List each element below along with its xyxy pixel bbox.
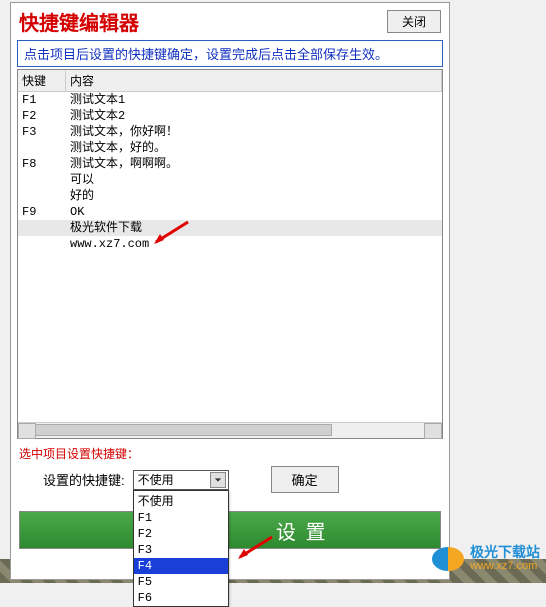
hotkey-dropdown-option[interactable]: F2 bbox=[134, 526, 228, 542]
hotkey-dropdown-option[interactable]: F3 bbox=[134, 542, 228, 558]
cell-content: 极光软件下载 bbox=[66, 220, 442, 236]
hotkey-dropdown-value: 不使用 bbox=[138, 471, 174, 488]
table-row[interactable]: 好的 bbox=[18, 188, 442, 204]
cell-content: 测试文本1 bbox=[66, 92, 442, 108]
table-row[interactable]: F9OK bbox=[18, 204, 442, 220]
cell-hotkey bbox=[18, 236, 66, 252]
chevron-down-icon bbox=[210, 472, 226, 488]
hotkey-dropdown[interactable]: 不使用 不使用F1F2F3F4F5F6 bbox=[133, 470, 229, 490]
cell-hotkey: F1 bbox=[18, 92, 66, 108]
hotkey-section-label: 选中项目设置快捷键： bbox=[19, 445, 441, 462]
hotkey-dropdown-option[interactable]: F4 bbox=[134, 558, 228, 574]
cell-hotkey: F2 bbox=[18, 108, 66, 124]
cell-content: OK bbox=[66, 204, 442, 220]
hotkey-dropdown-option[interactable]: 不使用 bbox=[134, 491, 228, 510]
instruction-bar: 点击项目后设置的快捷键确定，设置完成后点击全部保存生效。 bbox=[17, 40, 443, 67]
cell-hotkey bbox=[18, 172, 66, 188]
cell-hotkey bbox=[18, 188, 66, 204]
cell-content: 好的 bbox=[66, 188, 442, 204]
cell-content: 测试文本，好的。 bbox=[66, 140, 442, 156]
save-label-right: 设 置 bbox=[276, 516, 328, 545]
table-row[interactable]: www.xz7.com bbox=[18, 236, 442, 252]
titlebar: 快捷键编辑器 关闭 bbox=[11, 3, 449, 38]
table-body: F1测试文本1F2测试文本2F3测试文本，你好啊！测试文本，好的。F8测试文本，… bbox=[18, 92, 442, 252]
horizontal-scrollbar[interactable] bbox=[18, 422, 442, 438]
cell-content: 测试文本，啊啊啊。 bbox=[66, 156, 442, 172]
cell-hotkey bbox=[18, 220, 66, 236]
hotkey-dropdown-option[interactable]: F5 bbox=[134, 574, 228, 590]
hotkey-dropdown-display[interactable]: 不使用 bbox=[133, 470, 229, 490]
cell-hotkey bbox=[18, 140, 66, 156]
hotkey-dropdown-option[interactable]: F1 bbox=[134, 510, 228, 526]
watermark-name: 极光下载站 bbox=[470, 545, 540, 559]
hotkey-dropdown-list: 不使用F1F2F3F4F5F6 bbox=[133, 490, 229, 607]
cell-content: 测试文本，你好啊！ bbox=[66, 124, 442, 140]
table-row[interactable]: F8测试文本，啊啊啊。 bbox=[18, 156, 442, 172]
table-row[interactable]: F2测试文本2 bbox=[18, 108, 442, 124]
hotkey-dropdown-option[interactable]: F6 bbox=[134, 590, 228, 606]
hotkey-assign-row: 设置的快捷键: 不使用 不使用F1F2F3F4F5F6 确定 bbox=[19, 466, 441, 493]
cell-hotkey: F3 bbox=[18, 124, 66, 140]
table-row[interactable]: F3测试文本，你好啊！ bbox=[18, 124, 442, 140]
table-row[interactable]: F1测试文本1 bbox=[18, 92, 442, 108]
hotkey-editor-window: 快捷键编辑器 关闭 点击项目后设置的快捷键确定，设置完成后点击全部保存生效。 快… bbox=[10, 2, 450, 580]
cell-hotkey: F8 bbox=[18, 156, 66, 172]
hotkey-field-label: 设置的快捷键: bbox=[19, 470, 125, 489]
column-header-hotkey[interactable]: 快键 bbox=[18, 70, 66, 91]
watermark-url: www.xz7.com bbox=[470, 559, 540, 573]
close-button[interactable]: 关闭 bbox=[387, 10, 441, 33]
watermark-logo-icon bbox=[432, 547, 464, 571]
column-header-content[interactable]: 内容 bbox=[66, 70, 442, 91]
watermark: 极光下载站 www.xz7.com bbox=[432, 545, 540, 573]
cell-content: www.xz7.com bbox=[66, 236, 442, 252]
confirm-button[interactable]: 确定 bbox=[271, 466, 339, 493]
window-title: 快捷键编辑器 bbox=[19, 7, 139, 36]
hotkey-table: 快键 内容 F1测试文本1F2测试文本2F3测试文本，你好啊！测试文本，好的。F… bbox=[17, 69, 443, 439]
table-row[interactable]: 可以 bbox=[18, 172, 442, 188]
cell-content: 可以 bbox=[66, 172, 442, 188]
save-settings-button[interactable]: 保 存 设 置 bbox=[19, 511, 441, 549]
table-row[interactable]: 极光软件下载 bbox=[18, 220, 442, 236]
cell-hotkey: F9 bbox=[18, 204, 66, 220]
cell-content: 测试文本2 bbox=[66, 108, 442, 124]
table-header: 快键 内容 bbox=[18, 70, 442, 92]
table-row[interactable]: 测试文本，好的。 bbox=[18, 140, 442, 156]
